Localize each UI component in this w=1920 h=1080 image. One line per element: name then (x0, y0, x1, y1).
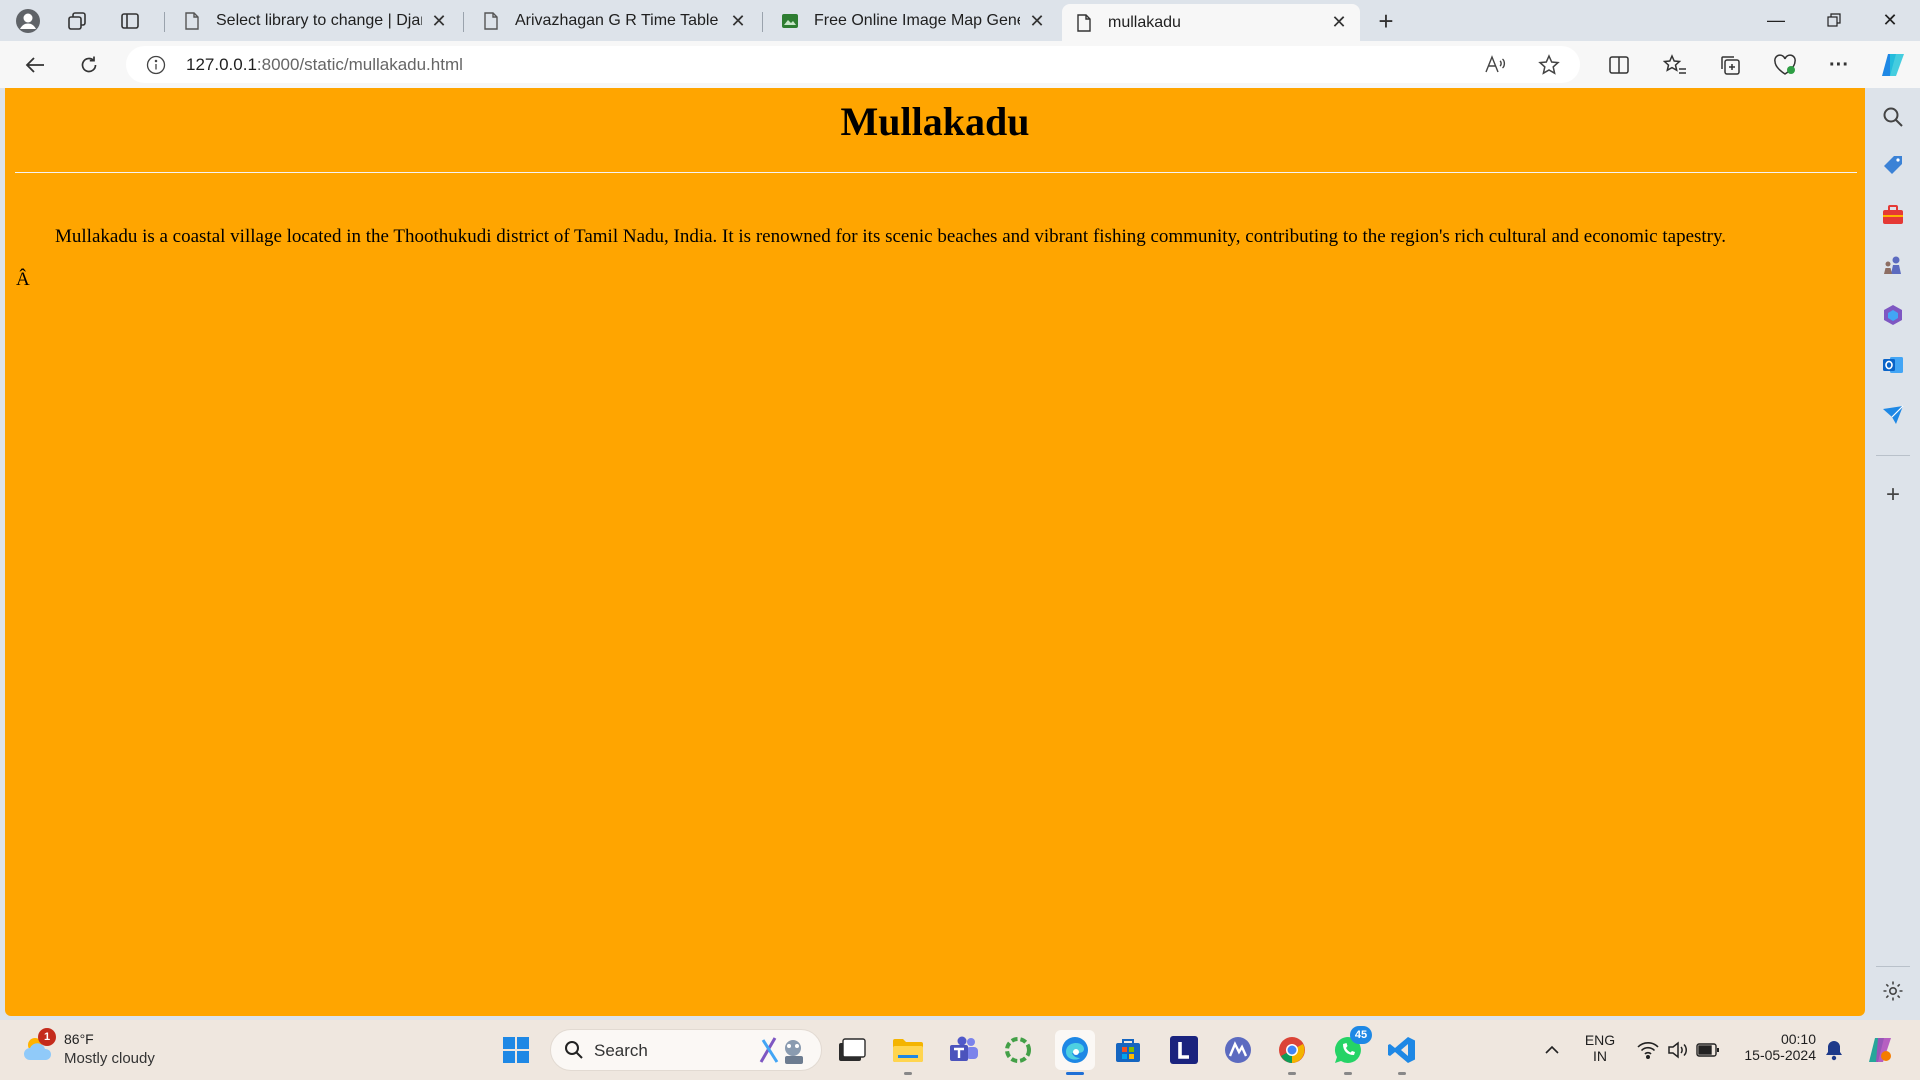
search-label: Search (594, 1041, 648, 1060)
close-icon[interactable]: ✕ (1330, 12, 1348, 33)
search-highlight-icon (757, 1034, 813, 1071)
tab-label: Arivazhagan G R Time Table (515, 12, 719, 29)
copilot-icon[interactable] (1876, 49, 1910, 81)
split-screen-icon[interactable] (1602, 49, 1636, 81)
read-aloud-icon[interactable] (1482, 53, 1508, 77)
stray-character: Â (16, 269, 30, 290)
close-icon[interactable]: ✕ (729, 11, 747, 32)
settings-gear-icon[interactable] (1880, 978, 1906, 1004)
language-indicator[interactable]: ENG IN (1578, 1032, 1622, 1064)
page-title: Mullakadu (840, 99, 1030, 144)
page-icon (481, 11, 501, 31)
web-page: Mullakadu Mullakadu is a coastal village… (5, 88, 1865, 1016)
new-tab-icon[interactable]: + (1372, 6, 1400, 36)
edge-sidebar: + (1866, 88, 1920, 1016)
profile-icon[interactable] (14, 8, 42, 34)
tab-image-map-generator[interactable]: Free Online Image Map Generato ✕ (768, 4, 1058, 38)
maps-app-icon[interactable] (1220, 1032, 1256, 1068)
workspaces-icon[interactable] (63, 8, 91, 34)
tab-time-table[interactable]: Arivazhagan G R Time Table ✕ (469, 4, 759, 38)
sync-ring-icon[interactable] (1000, 1032, 1036, 1068)
url-text[interactable]: 127.0.0.1:8000/static/mullakadu.html (186, 55, 463, 75)
close-icon[interactable]: ✕ (430, 11, 448, 32)
weather-condition: Mostly cloudy (64, 1050, 155, 1067)
taskbar: 1 86°F Mostly cloudy Search 45 ENG IN 00… (0, 1020, 1920, 1080)
games-icon[interactable] (1880, 252, 1906, 278)
refresh-icon[interactable] (72, 49, 106, 81)
tab-label: Select library to change | Django (216, 12, 422, 29)
whatsapp-badge: 45 (1350, 1026, 1372, 1044)
microsoft-store-icon[interactable] (1110, 1032, 1146, 1068)
battery-icon[interactable] (1690, 1032, 1726, 1068)
url-host: 127.0.0.1 (186, 55, 257, 74)
tab-django-library[interactable]: Select library to change | Django ✕ (170, 4, 460, 38)
address-bar[interactable]: 127.0.0.1:8000/static/mullakadu.html (126, 46, 1580, 83)
back-icon[interactable] (18, 49, 52, 81)
edge-browser-icon[interactable] (1055, 1030, 1095, 1070)
windows-start-icon[interactable] (498, 1032, 534, 1068)
notification-bell-icon[interactable] (1816, 1032, 1852, 1068)
vscode-icon[interactable] (1384, 1032, 1420, 1068)
minimize-icon[interactable]: — (1748, 0, 1804, 40)
vertical-tabs-icon[interactable] (116, 8, 144, 34)
search-icon (564, 1040, 584, 1065)
running-indicator (1288, 1072, 1296, 1075)
copilot-taskbar-icon[interactable] (1862, 1032, 1898, 1068)
clock[interactable]: 00:10 15-05-2024 (1736, 1031, 1816, 1063)
close-window-icon[interactable]: ✕ (1862, 0, 1918, 40)
sidebar-divider (1876, 966, 1910, 967)
favorite-star-icon[interactable] (1536, 53, 1562, 77)
teams-icon[interactable] (946, 1032, 982, 1068)
clock-date: 15-05-2024 (1744, 1047, 1816, 1063)
clock-time: 00:10 (1780, 1031, 1816, 1047)
language-code: ENG (1584, 1032, 1616, 1048)
show-hidden-icons-chevron-icon[interactable] (1534, 1032, 1570, 1068)
page-icon (182, 11, 202, 31)
close-icon[interactable]: ✕ (1028, 11, 1046, 32)
drop-send-icon[interactable] (1880, 402, 1906, 428)
tab-separator (463, 12, 464, 32)
divider (15, 172, 1857, 173)
running-indicator (1398, 1072, 1406, 1075)
weather-badge: 1 (38, 1028, 56, 1046)
collections-icon[interactable] (1713, 49, 1747, 81)
site-info-icon[interactable] (146, 55, 166, 80)
microsoft-365-icon[interactable] (1880, 302, 1906, 328)
running-indicator (1344, 1072, 1352, 1075)
image-icon (780, 11, 800, 31)
taskbar-search[interactable]: Search (550, 1029, 822, 1071)
url-path: :8000/static/mullakadu.html (256, 55, 463, 74)
page-icon (1074, 13, 1094, 33)
page-description: Mullakadu is a coastal village located i… (55, 226, 1727, 247)
tab-separator (762, 12, 763, 32)
outlook-icon[interactable] (1880, 352, 1906, 378)
more-options-icon[interactable]: ··· (1822, 49, 1856, 81)
tools-icon[interactable] (1880, 202, 1906, 228)
search-icon[interactable] (1880, 104, 1906, 130)
weather-widget[interactable]: 1 86°F Mostly cloudy (20, 1028, 200, 1072)
tab-separator (164, 12, 165, 32)
whatsapp-icon[interactable]: 45 (1330, 1026, 1372, 1068)
add-icon[interactable]: + (1880, 481, 1906, 508)
task-view-icon[interactable] (834, 1032, 870, 1068)
favorites-icon[interactable] (1658, 49, 1692, 81)
tab-label: mullakadu (1108, 13, 1181, 31)
active-indicator (1066, 1072, 1084, 1075)
tab-label: Free Online Image Map Generato (814, 12, 1020, 29)
shopping-tag-icon[interactable] (1880, 152, 1906, 178)
file-explorer-icon[interactable] (890, 1032, 926, 1068)
region-code: IN (1593, 1048, 1607, 1064)
weather-temperature: 86°F (64, 1031, 94, 1047)
navigation-bar: 127.0.0.1:8000/static/mullakadu.html ··· (0, 41, 1920, 88)
l-app-icon[interactable] (1166, 1032, 1202, 1068)
tab-mullakadu[interactable]: mullakadu ✕ (1062, 4, 1360, 41)
sidebar-divider (1876, 455, 1910, 456)
restore-icon[interactable] (1806, 0, 1862, 40)
running-indicator (904, 1072, 912, 1075)
browser-essentials-icon[interactable] (1768, 49, 1802, 81)
chrome-icon[interactable] (1274, 1032, 1310, 1068)
title-bar: Select library to change | Django ✕ Ariv… (0, 0, 1920, 41)
